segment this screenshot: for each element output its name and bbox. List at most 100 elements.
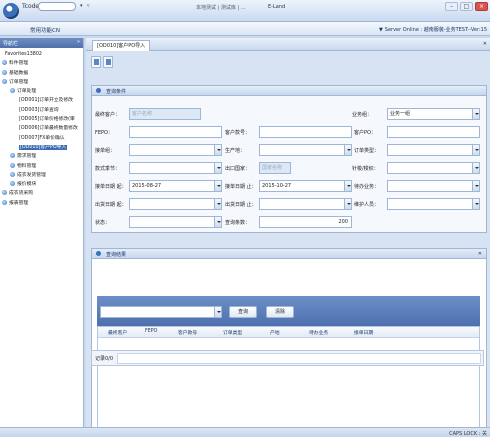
tree-item-material[interactable]: 物料管理 [0,162,83,171]
export-country-field[interactable]: 国家名称 [259,162,291,174]
business-group-select[interactable]: 业务一组 [387,108,480,120]
order-group-select[interactable] [129,144,222,156]
ship-date-to-picker[interactable] [259,198,352,210]
panel-icon [96,88,101,93]
ship-date-from-picker[interactable] [129,198,222,210]
chevron-down-icon[interactable] [214,307,221,317]
minimize-button[interactable]: – [445,2,458,11]
fepo-input[interactable] [129,126,222,138]
tree-item-label: [OD001]订单开立及修改 [19,98,73,104]
folder-icon [2,190,7,196]
result-panel-header: 查询结果 ✕ [92,249,486,259]
chevron-down-icon[interactable] [472,163,479,173]
collapse-sidebar-icon[interactable]: » [77,39,80,45]
tree-item-od007[interactable]: [OD007]FX单价确认 [0,134,83,143]
menu-tree: Favorites13802 料件管理 基础数据 订单管理 订单处理 [OD00… [0,48,83,208]
producer-select[interactable] [259,144,352,156]
folder-icon [10,88,15,94]
tree-item-order-management[interactable]: 订单管理 [0,78,83,87]
final-customer-field[interactable]: 客户名称 [129,108,201,120]
record-count: 记录0/0 [95,356,114,362]
customize-icon[interactable]: ▿ [87,3,90,9]
tree-item-basic-data[interactable]: 基础数据 [0,69,83,78]
tab-bar: [OD010]客户PO导入 ✕ [86,38,490,51]
tree-item-label: 订单处理 [17,89,37,95]
chevron-down-icon[interactable] [214,163,221,173]
tree-item-order-processing[interactable]: 订单处理 [0,87,83,96]
chevron-down-icon[interactable] [472,109,479,119]
tree-item-shipping[interactable]: 成衣发货管理 [0,171,83,180]
tree-item-quotation[interactable]: 报价模块 [0,180,83,189]
chevron-down-icon[interactable] [472,199,479,209]
chevron-down-icon[interactable] [472,145,479,155]
tree-item-label: [OD010]客户PO导入 [19,144,68,150]
save-icon[interactable] [91,56,101,68]
chevron-down-icon[interactable] [214,217,221,227]
tree-item-material-management[interactable]: 料件管理 [0,59,83,68]
query-form: 最终客户： 客户名称 业务组： 业务一组 FEPO： 客户款号： 客户PO： 接… [92,96,486,232]
status-label: 状态： [95,220,111,226]
tab-od010[interactable]: [OD010]客户PO导入 [92,40,151,51]
common-functions-menu[interactable]: 常用功能CN [30,26,60,34]
filter-combobox[interactable] [100,306,222,318]
dropdown-arrow-icon[interactable]: ▾ [80,3,83,9]
status-select[interactable] [129,216,222,228]
export-country-label: 出口国家： [225,166,251,172]
tree-item-label: 报价模块 [17,182,37,188]
producer-label: 生产地： [225,148,246,154]
column-header[interactable]: FEPO [145,329,157,334]
folder-icon [2,199,7,205]
tree-item-od005[interactable]: [OD005]订单价格修改(审 [0,115,83,124]
app-logo-icon[interactable] [3,3,19,19]
export-icon[interactable] [103,56,113,68]
tree-item-demand-management[interactable]: 需求管理 [0,152,83,161]
final-customer-label: 最终客户： [95,112,121,118]
tree-item-od003[interactable]: [OD003]订单查询 [0,106,83,115]
order-date-from-picker[interactable]: 2015-08-27 [129,180,222,192]
order-type-select[interactable] [387,144,480,156]
close-panel-icon[interactable]: ✕ [478,251,482,257]
tree-item-od006[interactable]: [OD006]订单最终数量修改 [0,124,83,133]
result-panel: 查询结果 ✕ 查询 清除 最终客户 FEPO 客户款号 订单类型 产地 待办业务 … [91,248,487,437]
column-header[interactable]: 产地 [270,329,280,336]
folder-icon [2,78,7,84]
tree-item-favorites[interactable]: Favorites13802 [0,50,83,59]
query-count-input[interactable]: 200 [259,216,352,228]
close-tab-icon[interactable]: ✕ [483,41,487,47]
tree-item-od010[interactable]: [OD010]客户PO导入 [0,143,83,152]
tree-item-garment-purchase[interactable]: 成衣货采购 [0,189,83,198]
window-subtitle: 本地测试 | 测试库 | ... [196,5,246,11]
clear-button[interactable]: 清除 [266,306,294,318]
season-select[interactable] [129,162,222,174]
fabric-select[interactable] [387,162,480,174]
pager-scrollbar[interactable] [117,353,481,364]
chevron-down-icon[interactable] [214,145,221,155]
column-header[interactable]: 待办业务 [309,329,328,336]
ship-date-from-label: 出货日期 起： [95,202,127,208]
column-header[interactable]: 订单类型 [223,329,242,336]
tree-item-reports[interactable]: 报表管理 [0,199,83,208]
result-panel-title: 查询结果 [106,252,127,258]
maximize-button[interactable]: □ [460,2,473,11]
customer-no-input[interactable] [259,126,352,138]
tree-item-od001[interactable]: [OD001]订单开立及修改 [0,96,83,105]
column-header[interactable]: 最终客户 [108,329,127,336]
chevron-down-icon[interactable] [214,199,221,209]
chevron-down-icon[interactable] [344,145,351,155]
column-header[interactable]: 接单日期 [354,329,373,336]
chevron-down-icon[interactable] [344,181,351,191]
tree-item-label: 成衣发货管理 [17,172,46,178]
chevron-down-icon[interactable] [472,181,479,191]
chevron-down-icon[interactable] [344,199,351,209]
tcode-input[interactable] [38,2,76,11]
maintainer-select[interactable] [387,198,480,210]
search-button[interactable]: 查询 [229,306,257,318]
order-date-to-picker[interactable]: 2015-10-27 [259,180,352,192]
order-date-to-label: 接单日期 止： [225,184,257,190]
customer-po-input[interactable] [387,126,480,138]
close-button[interactable]: × [475,2,488,11]
chevron-down-icon[interactable] [214,181,221,191]
column-header[interactable]: 客户款号 [178,329,197,336]
merchandiser-select[interactable] [387,180,480,192]
folder-icon [10,162,15,168]
